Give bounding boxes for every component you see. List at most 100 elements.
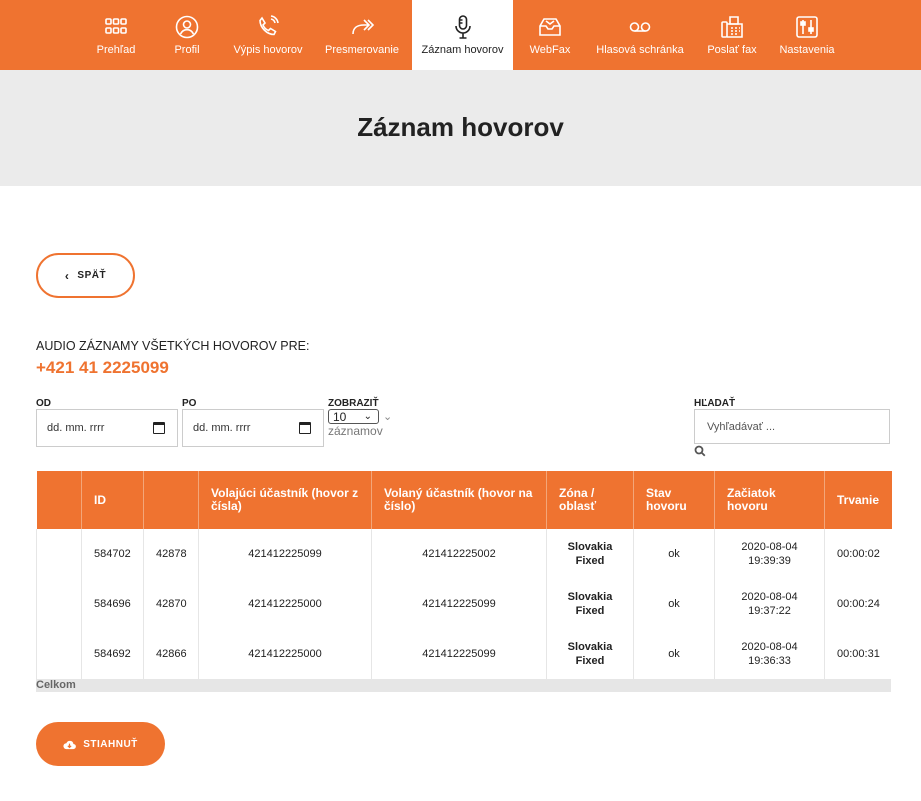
search-label: HĽADAŤ: [694, 398, 736, 409]
nav-item-zaznam-hovorov[interactable]: Záznam hovorov: [412, 0, 513, 70]
row-cell: [36, 579, 82, 629]
column-header[interactable]: Začiatok hovoru: [714, 471, 825, 529]
audio-records-title: AUDIO ZÁZNAMY VŠETKÝCH HOVOROV PRE:: [36, 339, 310, 353]
nav-label: WebFax: [529, 44, 571, 56]
nav-item-profil[interactable]: Profil: [163, 0, 211, 70]
nav-label: Prehľad: [96, 44, 136, 56]
call-records-table: ID Volajúci účastník (hovor z čísla) Vol…: [36, 471, 892, 679]
callee-number: 421412225099: [371, 579, 547, 629]
top-navigation: Prehľad Profil Výpis hovorov Presmerovan…: [0, 0, 921, 70]
od-date-value: dd. mm. rrrr: [47, 422, 105, 434]
nav-item-hlasova-schranka[interactable]: Hlasová schránka: [595, 0, 685, 70]
column-header[interactable]: Stav hovoru: [633, 471, 715, 529]
cloud-download-icon: [63, 740, 77, 749]
table-row[interactable]: 584692 42866 421412225000 421412225099 S…: [36, 629, 892, 679]
forward-icon: [352, 19, 375, 35]
phone-number: +421 41 2225099: [36, 358, 169, 377]
table-row[interactable]: 584696 42870 421412225000 421412225099 S…: [36, 579, 892, 629]
call-duration: 00:00:31: [837, 648, 880, 660]
od-label: OD: [36, 398, 51, 409]
calendar-icon[interactable]: [153, 422, 165, 434]
table-header-row: ID Volajúci účastník (hovor z čísla) Vol…: [36, 471, 892, 529]
column-header[interactable]: [143, 471, 199, 529]
grid-icon: [105, 18, 127, 34]
call-date: 2020-08-04: [741, 541, 798, 553]
sliders-icon: [796, 16, 818, 38]
table-footer-total: Celkom: [36, 679, 891, 692]
record-id2: 42878: [143, 529, 199, 579]
download-button-label: STIAHNUŤ: [83, 738, 138, 750]
fax-icon: [721, 16, 743, 38]
row-cell: [36, 629, 82, 679]
zone-country: Slovakia: [567, 591, 613, 603]
column-header[interactable]: Zóna / oblasť: [546, 471, 634, 529]
nav-label: Profil: [174, 44, 200, 56]
back-button[interactable]: ‹ SPÄŤ: [36, 253, 135, 298]
page-size-suffix: záznamov: [328, 424, 383, 438]
fax-inbox-icon: [539, 18, 561, 36]
search-input[interactable]: [694, 409, 890, 444]
nav-label: Záznam hovorov: [421, 44, 504, 56]
nav-item-poslat-fax[interactable]: Poslať fax: [704, 0, 760, 70]
call-start-cell: 2020-08-04 19:37:22: [714, 579, 825, 629]
po-date-value: dd. mm. rrrr: [193, 422, 251, 434]
nav-label: Presmerovanie: [325, 44, 399, 56]
po-date-input[interactable]: dd. mm. rrrr: [182, 409, 324, 447]
total-label: Celkom: [36, 679, 76, 691]
record-id: 584696: [81, 579, 144, 629]
column-header[interactable]: Volajúci účastník (hovor z čísla): [198, 471, 372, 529]
column-header[interactable]: ID: [81, 471, 144, 529]
page-size-value: 10: [333, 409, 347, 424]
caller-number: 421412225000: [198, 629, 372, 679]
call-time: 19:36:33: [748, 655, 791, 667]
zone-cell: Slovakia Fixed: [546, 579, 634, 629]
caller-number: 421412225000: [198, 579, 372, 629]
nav-item-presmerovanie[interactable]: Presmerovanie: [322, 0, 402, 70]
column-header[interactable]: Trvanie: [824, 471, 892, 529]
nav-item-nastavenia[interactable]: Nastavenia: [777, 0, 837, 70]
call-time: 19:37:22: [748, 605, 791, 617]
record-id2: 42870: [143, 579, 199, 629]
callee-number: 421412225099: [371, 629, 547, 679]
call-status: ok: [633, 629, 715, 679]
download-button[interactable]: STIAHNUŤ: [36, 722, 165, 766]
chevron-down-icon: ⌄: [383, 411, 393, 423]
record-id: 584692: [81, 629, 144, 679]
call-start-cell: 2020-08-04 19:36:33: [714, 629, 825, 679]
chevron-left-icon: ‹: [64, 268, 70, 283]
nav-item-vypis-hovorov[interactable]: Výpis hovorov: [230, 0, 306, 70]
nav-item-webfax[interactable]: WebFax: [526, 0, 574, 70]
table-row[interactable]: 584702 42878 421412225099 421412225002 S…: [36, 529, 892, 579]
nav-label: Poslať fax: [707, 44, 757, 56]
zone-cell: Slovakia Fixed: [546, 529, 634, 579]
callee-number: 421412225002: [371, 529, 547, 579]
user-icon: [175, 15, 199, 39]
call-date: 2020-08-04: [741, 641, 798, 653]
call-duration: 00:00:02: [837, 548, 880, 560]
phone-icon: [259, 15, 279, 36]
nav-item-prehlad[interactable]: Prehľad: [90, 0, 142, 70]
voicemail-icon: [629, 22, 651, 32]
zone-cell: Slovakia Fixed: [546, 629, 634, 679]
caller-number: 421412225099: [198, 529, 372, 579]
calendar-icon[interactable]: [299, 422, 311, 434]
column-header[interactable]: [36, 471, 82, 529]
zobrazit-label: ZOBRAZIŤ: [328, 398, 379, 409]
call-time: 19:39:39: [748, 555, 791, 567]
page-title: Záznam hovorov: [357, 112, 564, 142]
zone-type: Fixed: [575, 655, 605, 667]
record-id2: 42866: [143, 629, 199, 679]
page-size-select[interactable]: 10 ⌄: [328, 409, 379, 424]
call-duration: 00:00:24: [837, 598, 880, 610]
nav-label: Nastavenia: [779, 44, 835, 56]
zone-country: Slovakia: [567, 541, 613, 553]
od-date-input[interactable]: dd. mm. rrrr: [36, 409, 178, 447]
call-status: ok: [633, 579, 715, 629]
row-cell: [36, 529, 82, 579]
chevron-down-icon: ⌄: [363, 411, 372, 422]
zone-type: Fixed: [575, 555, 605, 567]
search-icon[interactable]: [694, 445, 706, 457]
column-header[interactable]: Volaný účastník (hovor na číslo): [371, 471, 547, 529]
back-button-label: SPÄŤ: [77, 270, 107, 281]
nav-label: Výpis hovorov: [233, 44, 303, 56]
